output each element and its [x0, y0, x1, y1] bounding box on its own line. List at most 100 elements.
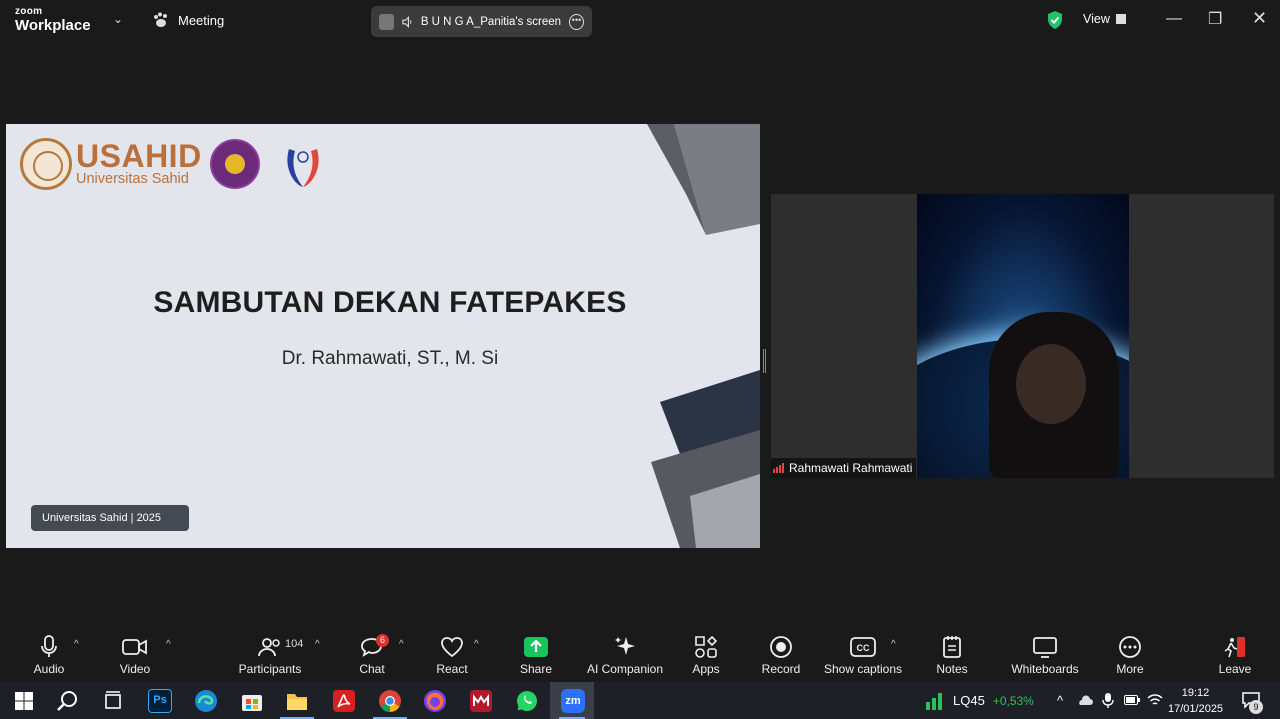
windows-start-icon[interactable]	[12, 689, 36, 713]
file-explorer-icon[interactable]	[285, 689, 309, 713]
stock-widget[interactable]: LQ45 +0,53%	[953, 682, 1034, 719]
zoom-workplace-logo[interactable]: zoom Workplace	[15, 7, 91, 34]
zoom-app-icon[interactable]: zm	[561, 689, 585, 713]
heart-icon	[441, 637, 463, 658]
chat-unread-badge: 6	[376, 634, 390, 647]
battery-icon[interactable]	[1124, 695, 1140, 705]
participant-name: Rahmawati Rahmawati	[789, 461, 913, 475]
usahid-logo: USAHID Universitas Sahid	[20, 138, 202, 190]
restore-icon[interactable]: ❐	[1208, 9, 1222, 29]
system-clock[interactable]: 19:12 17/01/2025	[1168, 685, 1223, 717]
notification-count: 9	[1249, 700, 1263, 714]
tray-microphone-icon[interactable]	[1102, 692, 1114, 708]
screen-share-label: B U N G A_Panitia's screen	[420, 15, 562, 28]
microphone-icon	[41, 635, 57, 657]
ai-companion-label: AI Companion	[586, 662, 664, 676]
audio-button[interactable]: Audio	[29, 635, 69, 676]
more-options-icon[interactable]: •••	[569, 13, 584, 30]
security-shield-icon[interactable]	[1046, 10, 1064, 30]
himpunan-badge-icon	[210, 139, 260, 189]
record-icon	[770, 636, 792, 658]
stock-change: +0,53%	[992, 693, 1034, 708]
slide-title: SAMBUTAN DEKAN FATEPAKES	[153, 286, 627, 319]
close-icon[interactable]: ✕	[1252, 8, 1267, 29]
whiteboards-button[interactable]: Whiteboards	[1010, 635, 1080, 676]
brand-bottom: Workplace	[15, 17, 91, 34]
more-button[interactable]: More	[1110, 635, 1150, 676]
windows-taskbar: Ps zm LQ45 +0,53% ^ 19:12 17/01/2025 9	[0, 682, 1280, 719]
split-resize-handle[interactable]	[763, 349, 766, 373]
svg-text:CC: CC	[857, 643, 870, 653]
video-button[interactable]: Video	[115, 635, 155, 676]
ai-companion-button[interactable]: AI Companion	[586, 635, 664, 676]
acrobat-reader-icon[interactable]	[332, 689, 356, 713]
minimize-icon[interactable]: —	[1166, 10, 1182, 28]
view-menu[interactable]: View	[1083, 12, 1126, 26]
meeting-menu[interactable]: Meeting	[152, 12, 224, 28]
whiteboards-label: Whiteboards	[1011, 662, 1079, 676]
edge-browser-icon[interactable]	[194, 689, 218, 713]
captions-options-caret-icon[interactable]: ^	[891, 639, 896, 650]
notes-label: Notes	[936, 662, 968, 676]
whatsapp-icon[interactable]	[515, 689, 539, 713]
photoshop-icon[interactable]: Ps	[148, 689, 172, 713]
connection-signal-icon	[773, 463, 784, 473]
leave-button[interactable]: Leave	[1215, 635, 1255, 676]
whiteboard-icon	[1033, 637, 1057, 658]
shared-screen-slide: USAHID Universitas Sahid SAMBUTAN DEKAN …	[6, 124, 760, 548]
share-label: Share	[519, 662, 553, 676]
leave-door-icon	[1224, 637, 1245, 658]
notes-icon	[943, 636, 961, 658]
search-icon[interactable]	[56, 689, 80, 713]
participants-label: Participants	[238, 662, 302, 676]
record-label: Record	[761, 662, 801, 676]
firefox-browser-icon[interactable]	[423, 689, 447, 713]
slide-footer-badge: Universitas Sahid | 2025	[31, 505, 189, 531]
stock-chart-icon	[926, 693, 942, 710]
apps-button[interactable]: Apps	[686, 635, 726, 676]
onedrive-icon[interactable]	[1077, 694, 1093, 708]
participants-options-caret-icon[interactable]: ^	[315, 639, 320, 650]
speaker-icon	[402, 15, 412, 28]
tray-overflow-chevron-icon[interactable]: ^	[1057, 682, 1063, 719]
screen-share-indicator[interactable]: B U N G A_Panitia's screen •••	[371, 6, 592, 37]
share-screen-icon	[524, 637, 548, 657]
chat-label: Chat	[359, 662, 385, 676]
zoom-window: zoom Workplace ⌄ Meeting B U N G A_Panit…	[0, 0, 1280, 719]
video-label: Video	[119, 662, 151, 676]
wifi-icon[interactable]	[1147, 693, 1163, 707]
microsoft-store-icon[interactable]	[240, 689, 264, 713]
mendeley-icon[interactable]	[469, 689, 493, 713]
leave-label: Leave	[1218, 662, 1252, 676]
chat-options-caret-icon[interactable]: ^	[399, 639, 404, 650]
audio-options-caret-icon[interactable]: ^	[74, 639, 79, 650]
clock-time: 19:12	[1181, 687, 1210, 699]
title-bar: zoom Workplace ⌄ Meeting B U N G A_Panit…	[0, 0, 1280, 42]
video-options-caret-icon[interactable]: ^	[166, 639, 171, 650]
task-view-icon[interactable]	[101, 689, 125, 713]
react-options-caret-icon[interactable]: ^	[474, 639, 479, 650]
participants-count: 104	[285, 638, 304, 650]
chevron-down-icon[interactable]: ⌄	[113, 12, 123, 26]
clock-date: 17/01/2025	[1168, 703, 1224, 715]
sakti-logo-icon	[287, 149, 319, 187]
view-layout-icon	[1115, 14, 1126, 24]
react-button[interactable]: React	[432, 635, 472, 676]
notes-button[interactable]: Notes	[932, 635, 972, 676]
apps-icon	[695, 635, 718, 658]
sharer-avatar-icon	[379, 13, 394, 30]
record-button[interactable]: Record	[761, 635, 801, 676]
share-button[interactable]: Share	[516, 635, 556, 676]
logo-subtitle: Universitas Sahid	[76, 171, 189, 187]
more-dots-icon	[1119, 636, 1141, 658]
view-label: View	[1083, 12, 1110, 26]
meeting-label: Meeting	[178, 12, 225, 28]
participant-video-tile[interactable]: Rahmawati Rahmawati	[771, 194, 1274, 478]
apps-label: Apps	[692, 662, 720, 676]
participant-face	[1016, 344, 1086, 424]
participant-name-tag: Rahmawati Rahmawati	[771, 458, 917, 478]
chrome-browser-icon[interactable]	[378, 689, 402, 713]
video-camera-icon	[122, 639, 147, 655]
more-label: More	[1116, 662, 1144, 676]
university-seal-icon	[20, 138, 72, 190]
